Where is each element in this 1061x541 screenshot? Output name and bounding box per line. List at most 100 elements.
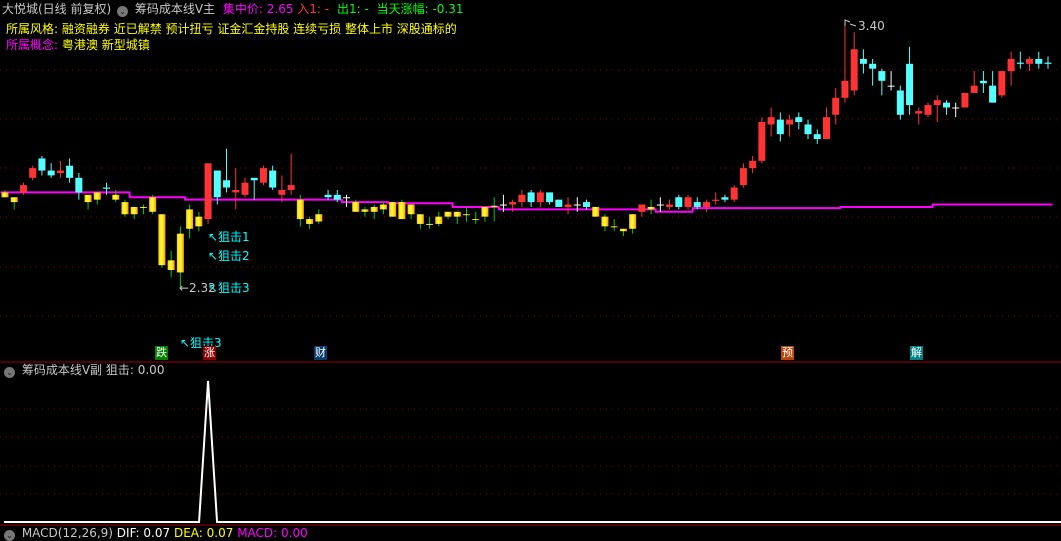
- candle: [952, 102, 960, 118]
- candle: [730, 185, 738, 203]
- kline-chart[interactable]: 3.40: [0, 0, 1061, 531]
- candle-body: [684, 197, 692, 207]
- candle: [389, 202, 397, 217]
- candle-body: [952, 107, 960, 109]
- macd-name[interactable]: MACD(12,26,9): [22, 526, 113, 540]
- candle-body: [176, 233, 184, 273]
- candle: [804, 119, 812, 140]
- candle-body: [1016, 62, 1024, 64]
- dropdown-chevron-icon[interactable]: ⌄: [4, 530, 15, 541]
- candle-body: [463, 214, 471, 216]
- candle-body: [758, 122, 766, 161]
- dropdown-chevron-icon[interactable]: ⌄: [4, 367, 15, 378]
- candle-body: [555, 199, 563, 207]
- candle: [564, 197, 572, 215]
- candle: [269, 165, 277, 190]
- candle-body: [499, 204, 507, 206]
- candle-body: [767, 117, 775, 125]
- event-marker[interactable]: 财: [314, 346, 327, 360]
- candle-body: [841, 80, 849, 98]
- candle-body: [149, 197, 157, 212]
- candle: [832, 88, 840, 125]
- candle-body: [666, 204, 674, 207]
- candle: [66, 158, 74, 183]
- candle: [906, 46, 914, 115]
- event-marker[interactable]: 预: [781, 346, 794, 360]
- candle: [841, 25, 849, 103]
- candle-body: [481, 206, 489, 217]
- candle: [666, 199, 674, 210]
- event-marker[interactable]: 涨: [203, 346, 216, 360]
- candle-body: [776, 119, 784, 135]
- indicator-name[interactable]: 筹码成本线V主: [135, 2, 215, 16]
- sub-signal-line: [4, 380, 1061, 523]
- candle: [933, 95, 941, 123]
- candle: [130, 206, 138, 220]
- candle: [1007, 51, 1015, 86]
- candle: [970, 71, 978, 93]
- candle: [619, 228, 627, 237]
- candle: [250, 177, 258, 200]
- candle-body: [675, 197, 683, 207]
- candle: [287, 153, 295, 195]
- candle: [896, 85, 904, 120]
- candle-body: [915, 111, 923, 114]
- candle: [518, 189, 526, 207]
- candle: [472, 211, 480, 224]
- candle: [306, 216, 314, 229]
- candle-body: [56, 170, 64, 173]
- event-marker[interactable]: 解: [910, 346, 923, 360]
- candle-body: [121, 202, 129, 215]
- candle: [1016, 51, 1024, 69]
- candle-body: [1007, 58, 1015, 72]
- style-line: 所属风格: 融资融券 近已解禁 预计扭亏 证金汇金持股 连续亏损 整体上市 深股…: [6, 22, 457, 36]
- sub-indicator-name[interactable]: 筹码成本线V副: [22, 363, 102, 377]
- candle: [610, 219, 618, 232]
- candle-body: [453, 211, 461, 217]
- sub-pane-header: ⌄ 筹码成本线V副 狙击: 0.00: [2, 363, 164, 378]
- candle-body: [241, 182, 249, 195]
- candle-body: [832, 97, 840, 115]
- candle: [989, 71, 997, 103]
- candle: [490, 197, 498, 222]
- candle: [739, 163, 747, 188]
- candle-body: [38, 158, 46, 171]
- candle-body: [223, 180, 231, 188]
- candle: [749, 156, 757, 173]
- candle-body: [638, 204, 646, 212]
- snipe-annotation-3: ↖狙击3: [208, 281, 250, 295]
- candle-body: [186, 209, 194, 229]
- candle-body: [813, 134, 821, 140]
- candle-body: [19, 185, 27, 193]
- candle-body: [370, 206, 378, 212]
- candle: [315, 209, 323, 224]
- candle-body: [343, 197, 351, 199]
- exit-signal: 出1: -: [336, 2, 369, 16]
- candle-body: [472, 219, 480, 221]
- macd-value: MACD: 0.00: [237, 526, 308, 540]
- candle-body: [573, 204, 581, 206]
- candle: [961, 92, 969, 108]
- candle-body: [84, 194, 92, 203]
- candle: [758, 117, 766, 164]
- candle-body: [435, 216, 443, 224]
- candle: [259, 165, 267, 186]
- candle: [324, 189, 332, 200]
- candle-body: [546, 192, 554, 203]
- candle: [582, 199, 590, 210]
- candle-body: [1026, 58, 1034, 64]
- event-marker[interactable]: 跌: [155, 346, 168, 360]
- candle: [546, 192, 554, 205]
- candle-body: [822, 117, 830, 140]
- candle-body: [712, 199, 720, 201]
- candle: [10, 197, 18, 210]
- candle-body: [66, 165, 74, 178]
- candle: [93, 192, 101, 205]
- candle: [998, 71, 1006, 98]
- macd-dea: DEA: 0.07: [173, 526, 234, 540]
- candle: [942, 100, 950, 115]
- daily-change: 当天涨幅: -0.31: [376, 2, 464, 16]
- candle: [426, 216, 434, 229]
- candle-body: [629, 214, 637, 229]
- dropdown-chevron-icon[interactable]: ⌄: [117, 6, 129, 17]
